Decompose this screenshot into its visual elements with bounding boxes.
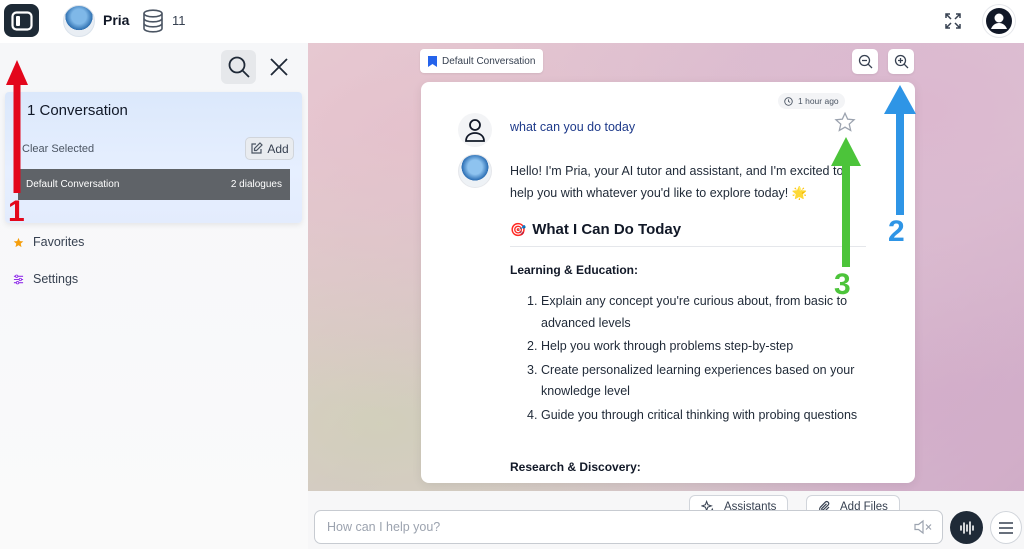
zoom-out-button[interactable]: [852, 49, 878, 74]
menu-button[interactable]: [990, 511, 1022, 544]
waveform-icon: [959, 520, 974, 535]
zoom-in-icon: [894, 54, 908, 69]
timestamp-text: 1 hour ago: [798, 96, 839, 106]
annotation-label-1: 1: [8, 195, 25, 228]
clear-selected-link[interactable]: Clear Selected: [22, 143, 94, 155]
list-item: 1. Explain any concept you're curious abo…: [527, 294, 848, 330]
account-button[interactable]: [983, 5, 1015, 37]
conversation-tag-label: Default Conversation: [442, 55, 536, 67]
bot-message-avatar: [458, 154, 492, 188]
close-icon: [270, 58, 288, 76]
sidebar-toggle-button[interactable]: [4, 4, 39, 37]
conversation-list-item[interactable]: Default Conversation 2 dialogues: [18, 169, 290, 200]
conversation-dialogue-count: 2 dialogues: [230, 179, 282, 190]
sidebar-toggle-icon: [10, 10, 33, 31]
bot-avatar[interactable]: [63, 5, 95, 37]
person-icon: [465, 119, 485, 142]
section-heading-text: What I Can Do Today: [532, 221, 682, 238]
bot-name[interactable]: Pria: [103, 12, 129, 28]
zoom-out-icon: [858, 54, 872, 69]
conversation-count-title: 1 Conversation: [27, 102, 128, 119]
list-item: 3. Create personalized learning experienc…: [527, 362, 855, 399]
section-heading: 🎯 What I Can Do Today: [510, 221, 681, 238]
speaker-mute-icon[interactable]: [913, 519, 933, 535]
user-circle-icon: [986, 8, 1012, 34]
sliders-icon: [13, 274, 24, 284]
fullscreen-icon[interactable]: [944, 12, 962, 30]
edit-icon: [251, 142, 264, 154]
top-bar: Pria 11: [0, 0, 1024, 43]
database-icon[interactable]: [142, 9, 164, 33]
voice-input-button[interactable]: [950, 511, 983, 544]
clock-icon: [784, 96, 793, 106]
zoom-in-button[interactable]: [888, 49, 914, 74]
database-count: 11: [172, 13, 186, 28]
message-input[interactable]: [315, 511, 875, 543]
search-icon: [228, 56, 250, 78]
close-sidebar-button[interactable]: [266, 54, 292, 80]
star-icon: [13, 237, 24, 247]
message-timestamp: 1 hour ago: [778, 93, 845, 109]
research-heading: Research & Discovery:: [510, 460, 641, 474]
favorite-star-icon[interactable]: [834, 111, 856, 133]
divider: [510, 246, 866, 247]
bookmark-icon: [428, 55, 437, 67]
add-button-label: Add: [267, 141, 289, 156]
list-item: 4. Guide you through critical thinking wi…: [527, 407, 858, 422]
list-item: 2. Help you work through problems step-by…: [527, 339, 794, 353]
sidebar-item-label: Settings: [33, 272, 79, 286]
message-input-box[interactable]: [314, 510, 943, 544]
reply-intro: Hello! I'm Pria, your AI tutor and assis…: [510, 164, 844, 200]
sidebar-item-favorites[interactable]: Favorites: [13, 235, 84, 249]
annotation-label-2: 2: [888, 215, 905, 248]
annotation-label-3: 3: [834, 268, 851, 301]
target-emoji-icon: 🎯: [510, 221, 527, 237]
conversation-tag[interactable]: Default Conversation: [420, 49, 544, 73]
learning-list: 1. Explain any concept you're curious abo…: [510, 291, 870, 428]
learning-heading: Learning & Education:: [510, 263, 639, 277]
hamburger-icon: [999, 521, 1013, 534]
sidebar-item-label: Favorites: [33, 235, 85, 249]
search-button[interactable]: [221, 50, 256, 84]
add-conversation-button[interactable]: Add: [245, 137, 294, 160]
user-avatar: [458, 113, 492, 147]
conversation-name: Default Conversation: [26, 179, 120, 190]
sidebar-item-settings[interactable]: Settings: [13, 272, 78, 286]
user-message: what can you do today: [510, 120, 636, 134]
